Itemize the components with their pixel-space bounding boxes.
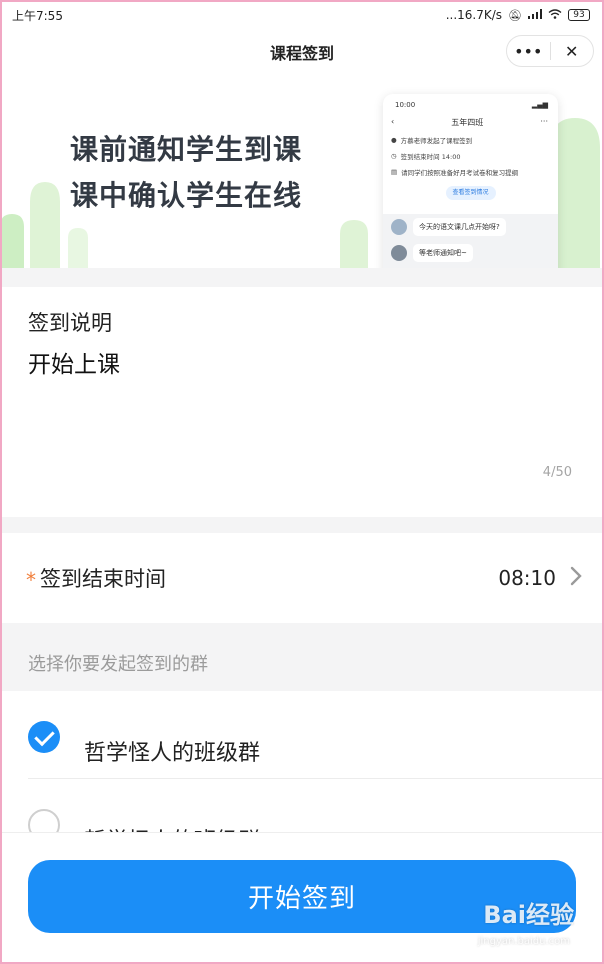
phone-chat-row: 今天的语文课几点开始呀?: [383, 214, 558, 240]
network-speed: ...16.7K/s: [445, 8, 503, 22]
close-icon[interactable]: ✕: [551, 42, 594, 61]
required-mark: *: [26, 568, 36, 592]
signal-icon: [528, 8, 542, 22]
wifi-icon: [548, 8, 562, 22]
end-time-label: 签到结束时间: [40, 567, 166, 591]
status-bar: 上午7:55 ...16.7K/s 🔕︎ 93: [0, 0, 604, 30]
watermark-brand: Bai经验: [483, 901, 574, 929]
phone-end-time: ◷ 签到结束时间 14:00: [383, 148, 558, 164]
phone-nav: ‹ 五年四班 ···: [383, 109, 558, 132]
chevron-right-icon: [570, 566, 582, 591]
phone-user-icon: ●: [391, 136, 397, 144]
nav-bar: 课程签到 ••• ✕: [0, 30, 604, 74]
phone-back-icon: ‹: [391, 117, 395, 126]
phone-mockup: 10:00 ▂▄▆ ‹ 五年四班 ··· ● 方慕老师发起了课程签到 ◷ 签到结…: [383, 94, 558, 268]
mute-icon: 🔕︎: [508, 8, 522, 22]
phone-title: 五年四班: [451, 118, 484, 127]
status-indicators: ...16.7K/s 🔕︎ 93: [446, 8, 590, 22]
description-label: 签到说明: [28, 311, 112, 335]
battery-icon: 93: [568, 9, 590, 21]
description-input[interactable]: 开始上课: [28, 345, 120, 379]
banner-headline-1: 课前通知学生到课: [70, 133, 303, 166]
phone-chat: 今天的语文课几点开始呀? 等老师通知吧~: [383, 214, 558, 268]
phone-note: ▤ 请同学们按照准备好月考试卷和复习提纲: [383, 164, 558, 180]
checked-icon[interactable]: [28, 721, 60, 753]
character-counter: 4/50: [542, 465, 572, 480]
phone-notice: ● 方慕老师发起了课程签到: [383, 132, 558, 148]
phone-notice-text: 方慕老师发起了课程签到: [400, 137, 473, 145]
phone-view-button: 查看签到情况: [445, 186, 496, 200]
group-name: 哲学怪人的班级群: [84, 741, 261, 766]
chat-bubble: 今天的语文课几点开始呀?: [413, 218, 506, 236]
group-item[interactable]: 哲学怪人的班级群: [0, 691, 604, 779]
plant-illustration-mid: [340, 220, 368, 268]
promo-banner: 课前通知学生到课 课中确认学生在线 10:00 ▂▄▆ ‹ 五年四班 ··· ●…: [0, 74, 604, 268]
phone-end-time-text: 签到结束时间 14:00: [400, 153, 461, 161]
group-section-hint: 选择你要发起签到的群: [28, 654, 208, 675]
phone-time: 10:00: [395, 101, 416, 109]
sign-in-description-card[interactable]: 签到说明 开始上课 4/50: [0, 287, 604, 517]
page-title: 课程签到: [269, 44, 334, 63]
banner-headline-2: 课中确认学生在线: [70, 179, 303, 212]
mini-program-capsule: ••• ✕: [506, 35, 594, 67]
avatar: [391, 245, 407, 261]
more-dots-icon[interactable]: •••: [507, 42, 550, 61]
phone-chat-row: 等老师通知吧~: [383, 240, 558, 266]
avatar: [391, 219, 407, 235]
phone-doc-icon: ▤: [391, 168, 398, 176]
phone-more-icon: ···: [540, 117, 548, 126]
chat-bubble: 等老师通知吧~: [413, 244, 473, 262]
phone-signal-icon: ▂▄▆: [531, 101, 548, 109]
phone-clock-icon: ◷: [391, 152, 397, 160]
watermark-url: jingyan.baidu.com: [477, 936, 570, 947]
phone-status: 10:00 ▂▄▆: [383, 94, 558, 109]
phone-note-text: 请同学们按照准备好月考试卷和复习提纲: [401, 169, 519, 177]
status-time: 上午7:55: [12, 8, 63, 23]
end-time-row[interactable]: * 签到结束时间 08:10: [0, 533, 604, 623]
end-time-value[interactable]: 08:10: [498, 566, 556, 590]
